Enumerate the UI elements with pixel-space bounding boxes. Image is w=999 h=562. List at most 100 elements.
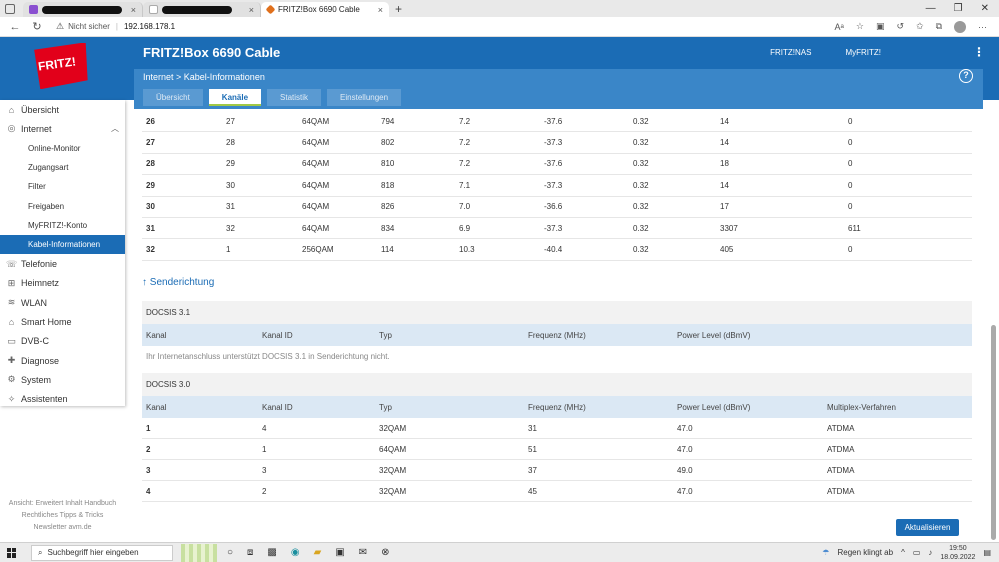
tab-uebersicht[interactable]: Übersicht xyxy=(143,89,203,106)
tab-statistik[interactable]: Statistik xyxy=(267,89,322,106)
close-tab-icon[interactable]: × xyxy=(249,5,254,15)
url-box[interactable]: ⚠ Nicht sicher | 192.168.178.1 xyxy=(56,21,175,32)
table-row: 27 28 64QAM 802 7.2 -37.3 0.32 14 0 xyxy=(142,132,972,154)
sidebar-item-3[interactable]: Zugangsart xyxy=(0,158,125,177)
clock[interactable]: 19:50 18.09.2022 xyxy=(940,544,975,562)
sidebar-item-9[interactable]: ⊞ Heimnetz xyxy=(0,274,125,293)
sidebar-item-6[interactable]: MyFRITZ!-Konto xyxy=(0,216,125,235)
table-cell: 14 xyxy=(720,116,729,126)
explorer-icon[interactable]: ▰ xyxy=(314,547,322,558)
browser-tab-2[interactable]: × xyxy=(143,2,261,17)
store-icon[interactable]: ▣ xyxy=(335,547,344,558)
sidebar-footer: Ansicht: Erweitert Inhalt Handbuch Recht… xyxy=(0,498,125,534)
sidebar-item-10[interactable]: ≋ WLAN xyxy=(0,293,125,312)
myfritz-link[interactable]: MyFRITZ! xyxy=(845,48,881,57)
app-icon[interactable]: ▩ xyxy=(267,547,276,558)
network-icon[interactable]: ▭ xyxy=(913,548,921,557)
sub-header: Internet > Kabel-Informationen ? Übersic… xyxy=(134,69,983,109)
help-icon[interactable]: ? xyxy=(959,69,973,83)
extension-icon[interactable]: ▣ xyxy=(876,21,885,32)
mail-icon[interactable]: ✉ xyxy=(359,547,367,558)
sidebar-item-0[interactable]: ⌂ Übersicht xyxy=(0,100,125,119)
sidebar-item-14[interactable]: ⚙ System xyxy=(0,370,125,389)
table-row: 29 30 64QAM 818 7.1 -37.3 0.32 14 0 xyxy=(142,175,972,197)
notifications-icon[interactable]: ▤ xyxy=(983,548,991,557)
edge-icon[interactable]: ◉ xyxy=(291,547,300,558)
sidebar-item-label: System xyxy=(21,374,52,385)
more-icon[interactable]: ··· xyxy=(978,22,987,32)
table-cell: -37.3 xyxy=(544,138,563,148)
fritz-nas-link[interactable]: FRITZ!NAS xyxy=(770,48,811,57)
tab-einstellungen[interactable]: Einstellungen xyxy=(327,89,402,106)
minimize-icon[interactable]: — xyxy=(926,3,936,14)
xbox-icon[interactable]: ⊗ xyxy=(381,547,389,558)
sidebar-item-12[interactable]: ▭ DVB-C xyxy=(0,332,125,351)
refresh-button[interactable]: Aktualisieren xyxy=(896,519,959,536)
weather-text[interactable]: Regen klingt ab xyxy=(837,548,893,557)
task-view-icon[interactable]: ⧈ xyxy=(247,547,253,558)
taskbar-search[interactable]: ⌕ Suchbegriff hier eingeben xyxy=(31,544,173,561)
table-row: 26 27 64QAM 794 7.2 -37.6 0.32 14 0 xyxy=(142,111,972,133)
search-highlight-image[interactable] xyxy=(181,543,217,562)
back-icon[interactable]: ← xyxy=(8,21,22,33)
table-cell: 794 xyxy=(381,116,395,126)
table-cell: 0.32 xyxy=(633,138,649,148)
workspaces-icon[interactable] xyxy=(5,3,15,14)
table-cell: 7.0 xyxy=(459,202,471,212)
scrollbar-thumb[interactable] xyxy=(991,325,996,540)
maximize-icon[interactable]: ❐ xyxy=(954,3,963,14)
favorite-star-icon[interactable]: ☆ xyxy=(856,21,864,32)
tray-chevron-icon[interactable]: ^ xyxy=(901,548,905,557)
close-window-icon[interactable]: ✕ xyxy=(981,3,989,14)
sidebar-item-11[interactable]: ⌂ Smart Home xyxy=(0,312,125,331)
redacted-title xyxy=(42,5,122,14)
docsis30-label: DOCSIS 3.0 xyxy=(146,380,191,389)
table-cell: 27 xyxy=(146,138,155,148)
browser-tab-fritzbox[interactable]: FRITZ!Box 6690 Cable × xyxy=(261,2,389,17)
window-controls: — ❐ ✕ xyxy=(926,3,989,14)
sidebar-item-15[interactable]: ✧ Assistenten xyxy=(0,389,125,408)
sidebar-item-4[interactable]: Filter xyxy=(0,177,125,196)
search-placeholder: Suchbegriff hier eingeben xyxy=(47,548,139,557)
collections-icon[interactable]: ⧉ xyxy=(936,21,942,32)
sidebar-item-label: Internet xyxy=(21,123,52,134)
reload-icon[interactable]: ↻ xyxy=(30,20,44,33)
browser-tab-1[interactable]: × xyxy=(23,2,143,17)
sidebar-item-13[interactable]: ✚ Diagnose xyxy=(0,351,125,370)
redacted-title xyxy=(162,5,232,14)
table-cell: 0.32 xyxy=(633,202,649,212)
favorites-icon[interactable]: ✩ xyxy=(916,21,924,32)
sidebar-item-7[interactable]: Kabel-Informationen xyxy=(0,235,125,255)
read-aloud-icon[interactable]: Aᵃ xyxy=(835,22,844,32)
refresh-ext-icon[interactable]: ↺ xyxy=(896,21,904,32)
sidebar-item-1[interactable]: ◎ Internet ︿ xyxy=(0,119,125,138)
windows-start-icon[interactable] xyxy=(7,547,17,558)
cortana-icon[interactable]: ○ xyxy=(227,547,233,558)
table-cell: 31 xyxy=(528,423,537,433)
footer-line-1[interactable]: Ansicht: Erweitert Inhalt Handbuch xyxy=(0,498,125,510)
footer-line-2[interactable]: Rechtliches Tipps & Tricks xyxy=(0,510,125,522)
menu-dots-icon[interactable]: ⋮ xyxy=(973,45,985,59)
profile-avatar[interactable] xyxy=(954,20,966,33)
close-tab-icon[interactable]: × xyxy=(131,5,136,15)
sidebar-item-2[interactable]: Online-Monitor xyxy=(0,139,125,158)
phone-icon: ☏ xyxy=(6,258,18,269)
column-header: Kanal xyxy=(146,330,167,340)
close-tab-icon[interactable]: × xyxy=(378,5,383,15)
sidebar-item-8[interactable]: ☏ Telefonie xyxy=(0,254,125,273)
sidebar-item-label: WLAN xyxy=(21,297,48,308)
sidebar-item-5[interactable]: Freigaben xyxy=(0,196,125,215)
new-tab-button[interactable]: + xyxy=(395,2,402,16)
table-cell: 3 xyxy=(262,465,267,475)
table-cell: 1 xyxy=(146,423,151,433)
volume-icon[interactable]: ♪ xyxy=(928,548,932,557)
table-row: 4 2 32QAM 45 47.0 ATDMA xyxy=(142,481,972,502)
tab-kanaele[interactable]: Kanäle xyxy=(208,89,262,106)
column-header: Multiplex-Verfahren xyxy=(827,402,896,412)
content-tabs: Übersicht Kanäle Statistik Einstellungen xyxy=(143,89,402,106)
footer-line-3[interactable]: Newsletter avm.de xyxy=(0,522,125,534)
sidebar-item-label: Smart Home xyxy=(21,316,72,327)
table-row: 28 29 64QAM 810 7.2 -37.6 0.32 18 0 xyxy=(142,154,972,176)
table-cell: 0 xyxy=(848,202,853,212)
table-cell: 64QAM xyxy=(379,444,407,454)
